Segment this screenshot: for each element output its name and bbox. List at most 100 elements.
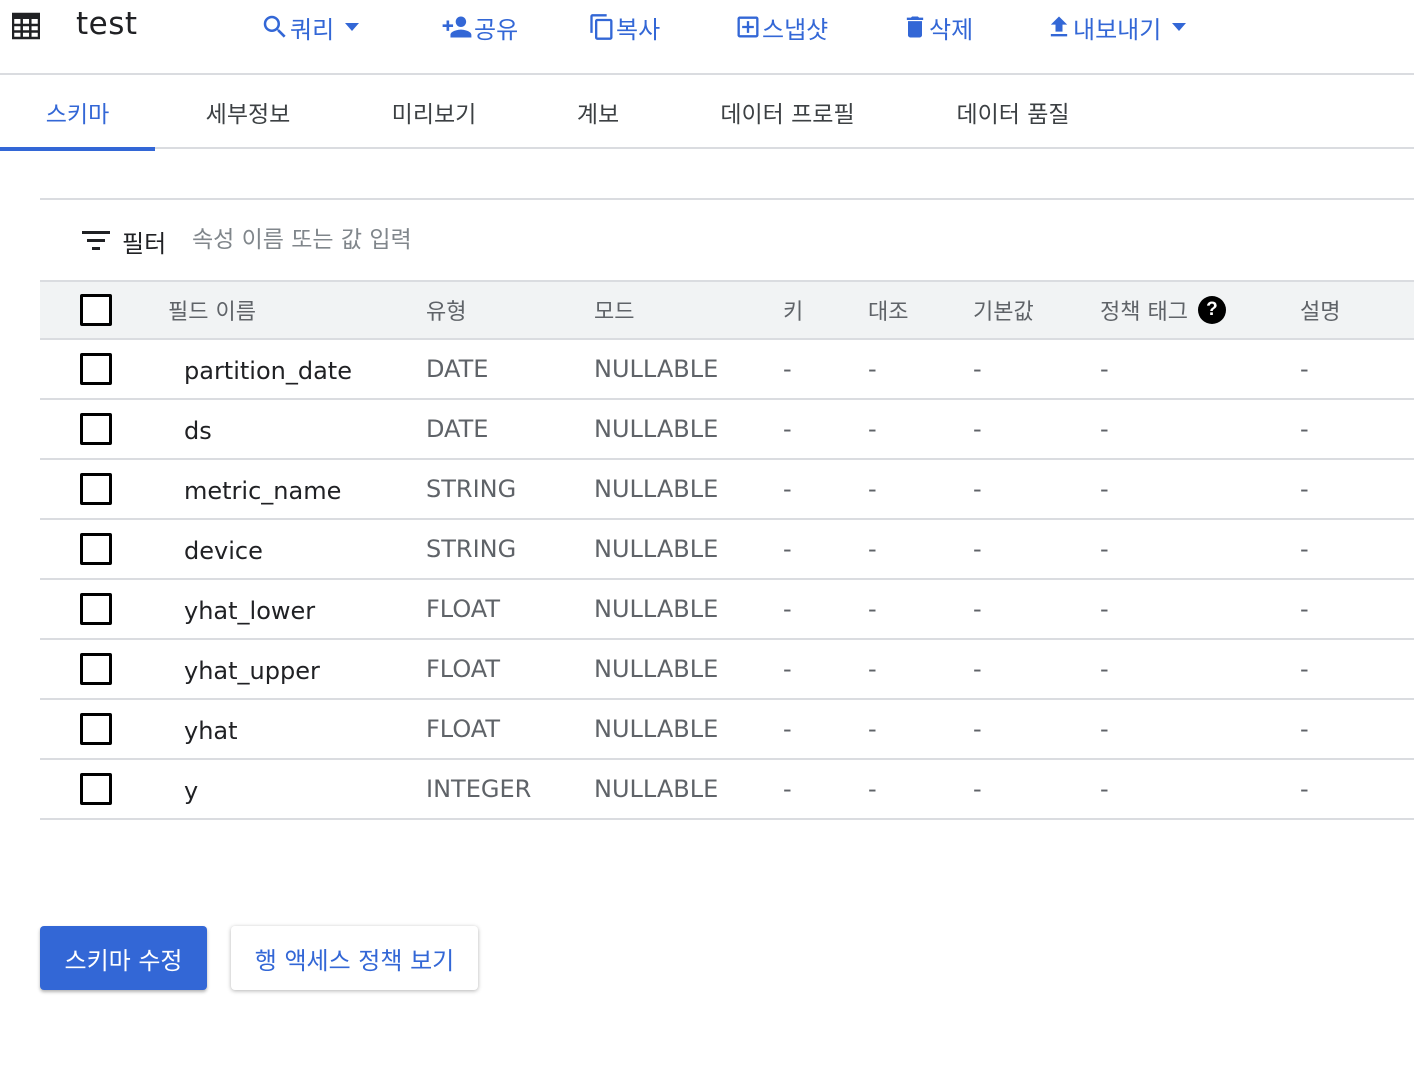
delete-button[interactable]: 삭제 (901, 8, 973, 46)
filter-label: 필터 (122, 230, 167, 258)
column-header-default[interactable]: 기본값 (973, 282, 1034, 338)
row-checkbox[interactable] (80, 473, 112, 505)
field-name-cell[interactable]: metric_name (184, 460, 341, 518)
tab-lineage[interactable]: 계보 (560, 75, 636, 149)
table-row: ds DATE NULLABLE - - - - - (40, 400, 1414, 460)
column-header-mode[interactable]: 모드 (594, 282, 634, 338)
key-cell: - (783, 775, 792, 803)
table-header: 필드 이름 유형 모드 키 대조 기본값 정책 태그 ? 설명 (40, 280, 1414, 340)
default-cell: - (973, 535, 982, 563)
table-row: yhat_lower FLOAT NULLABLE - - - - - (40, 580, 1414, 640)
row-checkbox[interactable] (80, 713, 112, 745)
collation-cell: - (868, 715, 877, 743)
share-button[interactable]: 공유 (440, 8, 518, 46)
type-cell: STRING (426, 535, 517, 563)
table-row: metric_name STRING NULLABLE - - - - - (40, 460, 1414, 520)
row-checkbox[interactable] (80, 353, 112, 385)
collation-cell: - (868, 415, 877, 443)
column-header-collation[interactable]: 대조 (868, 282, 908, 338)
query-label: 쿼리 (290, 15, 335, 44)
field-name-cell[interactable]: device (184, 520, 263, 578)
tab-preview[interactable]: 미리보기 (376, 75, 492, 149)
view-row-access-policy-button[interactable]: 행 액세스 정책 보기 (231, 926, 478, 990)
default-cell: - (973, 475, 982, 503)
export-button[interactable]: 내보내기 (1045, 8, 1187, 46)
default-cell: - (973, 595, 982, 623)
trash-icon (906, 16, 924, 38)
column-header-description[interactable]: 설명 (1300, 282, 1340, 338)
mode-cell: NULLABLE (594, 475, 719, 503)
policy-tags-cell: - (1100, 775, 1109, 803)
field-name-cell[interactable]: yhat (184, 700, 238, 758)
page-title: test (76, 6, 138, 42)
table-body: partition_date DATE NULLABLE - - - - - ds DATE NUL… (40, 340, 1414, 820)
snapshot-button[interactable]: 스냅샷 (734, 8, 828, 46)
type-cell: DATE (426, 415, 489, 443)
field-name-cell[interactable]: yhat_upper (184, 640, 320, 698)
type-cell: FLOAT (426, 595, 501, 623)
help-icon[interactable]: ? (1197, 296, 1226, 324)
collation-cell: - (868, 535, 877, 563)
tab-data-profile[interactable]: 데이터 프로필 (705, 75, 870, 149)
policy-tags-label[interactable]: 정책 태그 (1100, 294, 1188, 326)
description-cell: - (1300, 415, 1309, 443)
column-header-type[interactable]: 유형 (426, 282, 466, 338)
search-icon (263, 15, 286, 38)
query-button[interactable]: 쿼리 (260, 8, 360, 46)
type-cell: FLOAT (426, 655, 501, 683)
description-cell: - (1300, 775, 1309, 803)
row-checkbox[interactable] (80, 653, 112, 685)
toolbar: test 쿼리 공유 복사 스냅샷 삭제 내보내기 (0, 0, 1414, 75)
table-grid-icon (12, 12, 40, 40)
row-checkbox[interactable] (80, 413, 112, 445)
description-cell: - (1300, 535, 1309, 563)
copy-button[interactable]: 복사 (588, 8, 660, 46)
schema-table: 필드 이름 유형 모드 키 대조 기본값 정책 태그 ? 설명 partitio… (40, 280, 1414, 820)
field-name-cell[interactable]: partition_date (184, 340, 352, 398)
field-name-cell[interactable]: y (184, 760, 198, 818)
default-cell: - (973, 655, 982, 683)
column-header-key[interactable]: 키 (783, 282, 803, 338)
policy-tags-cell: - (1100, 475, 1109, 503)
upload-icon (1050, 16, 1068, 37)
column-header-field-name[interactable]: 필드 이름 (168, 282, 256, 338)
key-cell: - (783, 655, 792, 683)
default-cell: - (973, 715, 982, 743)
key-cell: - (783, 715, 792, 743)
description-cell: - (1300, 355, 1309, 383)
delete-label: 삭제 (929, 15, 974, 44)
policy-tags-cell: - (1100, 415, 1109, 443)
row-checkbox[interactable] (80, 533, 112, 565)
mode-cell: NULLABLE (594, 655, 719, 683)
filter-input[interactable] (192, 222, 792, 258)
select-all-checkbox[interactable] (80, 294, 112, 326)
mode-cell: NULLABLE (594, 535, 719, 563)
field-name-cell[interactable]: ds (184, 400, 212, 458)
filter-icon[interactable] (81, 230, 111, 252)
type-cell: INTEGER (426, 775, 532, 803)
table-row: yhat_upper FLOAT NULLABLE - - - - - (40, 640, 1414, 700)
mode-cell: NULLABLE (594, 415, 719, 443)
default-cell: - (973, 355, 982, 383)
edit-schema-button[interactable]: 스키마 수정 (40, 926, 207, 990)
description-cell: - (1300, 595, 1309, 623)
tab-data-quality[interactable]: 데이터 품질 (940, 75, 1086, 149)
row-checkbox[interactable] (80, 773, 112, 805)
snapshot-icon (737, 16, 759, 38)
tab-schema[interactable]: 스키마 (0, 75, 155, 151)
mode-cell: NULLABLE (594, 595, 719, 623)
key-cell: - (783, 415, 792, 443)
collation-cell: - (868, 655, 877, 683)
field-name-cell[interactable]: yhat_lower (184, 580, 315, 638)
copy-label: 복사 (616, 15, 661, 44)
table-row: device STRING NULLABLE - - - - - (40, 520, 1414, 580)
row-checkbox[interactable] (80, 593, 112, 625)
divider (40, 198, 1414, 200)
type-cell: DATE (426, 355, 489, 383)
column-header-policy-tags: 정책 태그 ? (1100, 282, 1226, 338)
policy-tags-cell: - (1100, 535, 1109, 563)
policy-tags-cell: - (1100, 715, 1109, 743)
tab-details[interactable]: 세부정보 (190, 75, 306, 149)
chevron-down-icon (1172, 23, 1187, 31)
key-cell: - (783, 475, 792, 503)
